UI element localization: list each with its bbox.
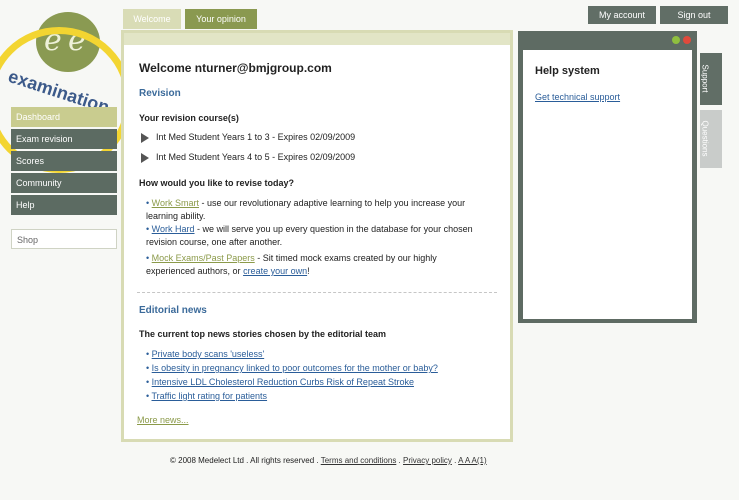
help-content: Help system Get technical support: [523, 50, 692, 319]
news-link[interactable]: Private body scans 'useless': [152, 349, 265, 359]
sidebar-item-exam-revision[interactable]: Exam revision: [11, 129, 117, 149]
footer: © 2008 Medelect Ltd . All rights reserve…: [170, 454, 487, 467]
news-link[interactable]: Intensive LDL Cholesterol Reduction Curb…: [152, 377, 414, 387]
play-icon: [141, 153, 149, 163]
news-link[interactable]: Is obesity in pregnancy linked to poor o…: [152, 363, 438, 373]
course-item[interactable]: Int Med Student Years 1 to 3 - Expires 0…: [156, 131, 355, 144]
revision-heading: Revision: [139, 88, 181, 99]
more-news-link[interactable]: More news...: [137, 414, 189, 427]
help-title: Help system: [535, 65, 600, 77]
divider: [137, 292, 497, 293]
news-item: • Traffic light rating for patients: [146, 390, 267, 403]
work-smart-link[interactable]: Work Smart: [152, 198, 199, 208]
minimize-icon[interactable]: [672, 36, 680, 44]
terms-link[interactable]: Terms and conditions: [321, 456, 397, 465]
bullet-icon: •: [146, 391, 150, 401]
editorial-heading: Editorial news: [139, 305, 207, 316]
option-work-smart: • Work Smart - use our revolutionary ada…: [146, 197, 486, 223]
revise-question: How would you like to revise today?: [139, 178, 295, 188]
news-item: • Is obesity in pregnancy linked to poor…: [146, 362, 438, 375]
my-account-button[interactable]: My account: [588, 6, 656, 24]
footer-separator: .: [398, 456, 401, 465]
sidebar-item-help[interactable]: Help: [11, 195, 117, 215]
privacy-link[interactable]: Privacy policy: [403, 456, 452, 465]
tab-support[interactable]: Support: [700, 53, 722, 105]
tab-support-label: Support: [700, 64, 710, 93]
news-link[interactable]: Traffic light rating for patients: [152, 391, 268, 401]
bullet-icon: •: [146, 349, 150, 359]
news-item: • Intensive LDL Cholesterol Reduction Cu…: [146, 376, 414, 389]
close-icon[interactable]: [683, 36, 691, 44]
play-icon: [141, 133, 149, 143]
bullet-icon: •: [146, 198, 150, 208]
font-size-links[interactable]: A A A(1): [458, 456, 486, 465]
copyright-text: © 2008 Medelect Ltd . All rights reserve…: [170, 456, 319, 465]
sidebar-item-scores[interactable]: Scores: [11, 151, 117, 171]
option-mock-exams: • Mock Exams/Past Papers - Sit timed moc…: [146, 252, 486, 278]
sign-out-button[interactable]: Sign out: [660, 6, 728, 24]
tab-your-opinion[interactable]: Your opinion: [185, 9, 257, 29]
tab-questions[interactable]: Questions: [700, 110, 722, 168]
technical-support-link[interactable]: Get technical support: [535, 92, 620, 102]
option-end: !: [307, 266, 310, 276]
bullet-icon: •: [146, 377, 150, 387]
option-text: - we will serve you up every question in…: [146, 224, 473, 247]
main-panel-header: [124, 33, 510, 45]
create-your-own-link[interactable]: create your own: [243, 266, 307, 276]
courses-heading: Your revision course(s): [139, 113, 239, 123]
work-hard-link[interactable]: Work Hard: [152, 224, 195, 234]
course-item[interactable]: Int Med Student Years 4 to 5 - Expires 0…: [156, 151, 355, 164]
bullet-icon: •: [146, 363, 150, 373]
bullet-icon: •: [146, 253, 150, 263]
more-news-text[interactable]: More news...: [137, 415, 189, 425]
option-work-hard: • Work Hard - we will serve you up every…: [146, 223, 486, 249]
sidebar-item-community[interactable]: Community: [11, 173, 117, 193]
mock-exams-link[interactable]: Mock Exams/Past Papers: [152, 253, 255, 263]
bullet-icon: •: [146, 224, 150, 234]
footer-separator: .: [454, 456, 457, 465]
tab-questions-label: Questions: [700, 120, 710, 157]
main-panel: Welcome nturner@bmjgroup.com Revision Yo…: [121, 30, 513, 442]
sidebar-item-dashboard[interactable]: Dashboard: [11, 107, 117, 127]
news-item: • Private body scans 'useless': [146, 348, 264, 361]
sidebar-item-shop[interactable]: Shop: [11, 229, 117, 249]
editorial-subheading: The current top news stories chosen by t…: [139, 329, 387, 339]
welcome-title: Welcome nturner@bmjgroup.com: [139, 61, 332, 75]
tab-welcome[interactable]: Welcome: [123, 9, 181, 29]
